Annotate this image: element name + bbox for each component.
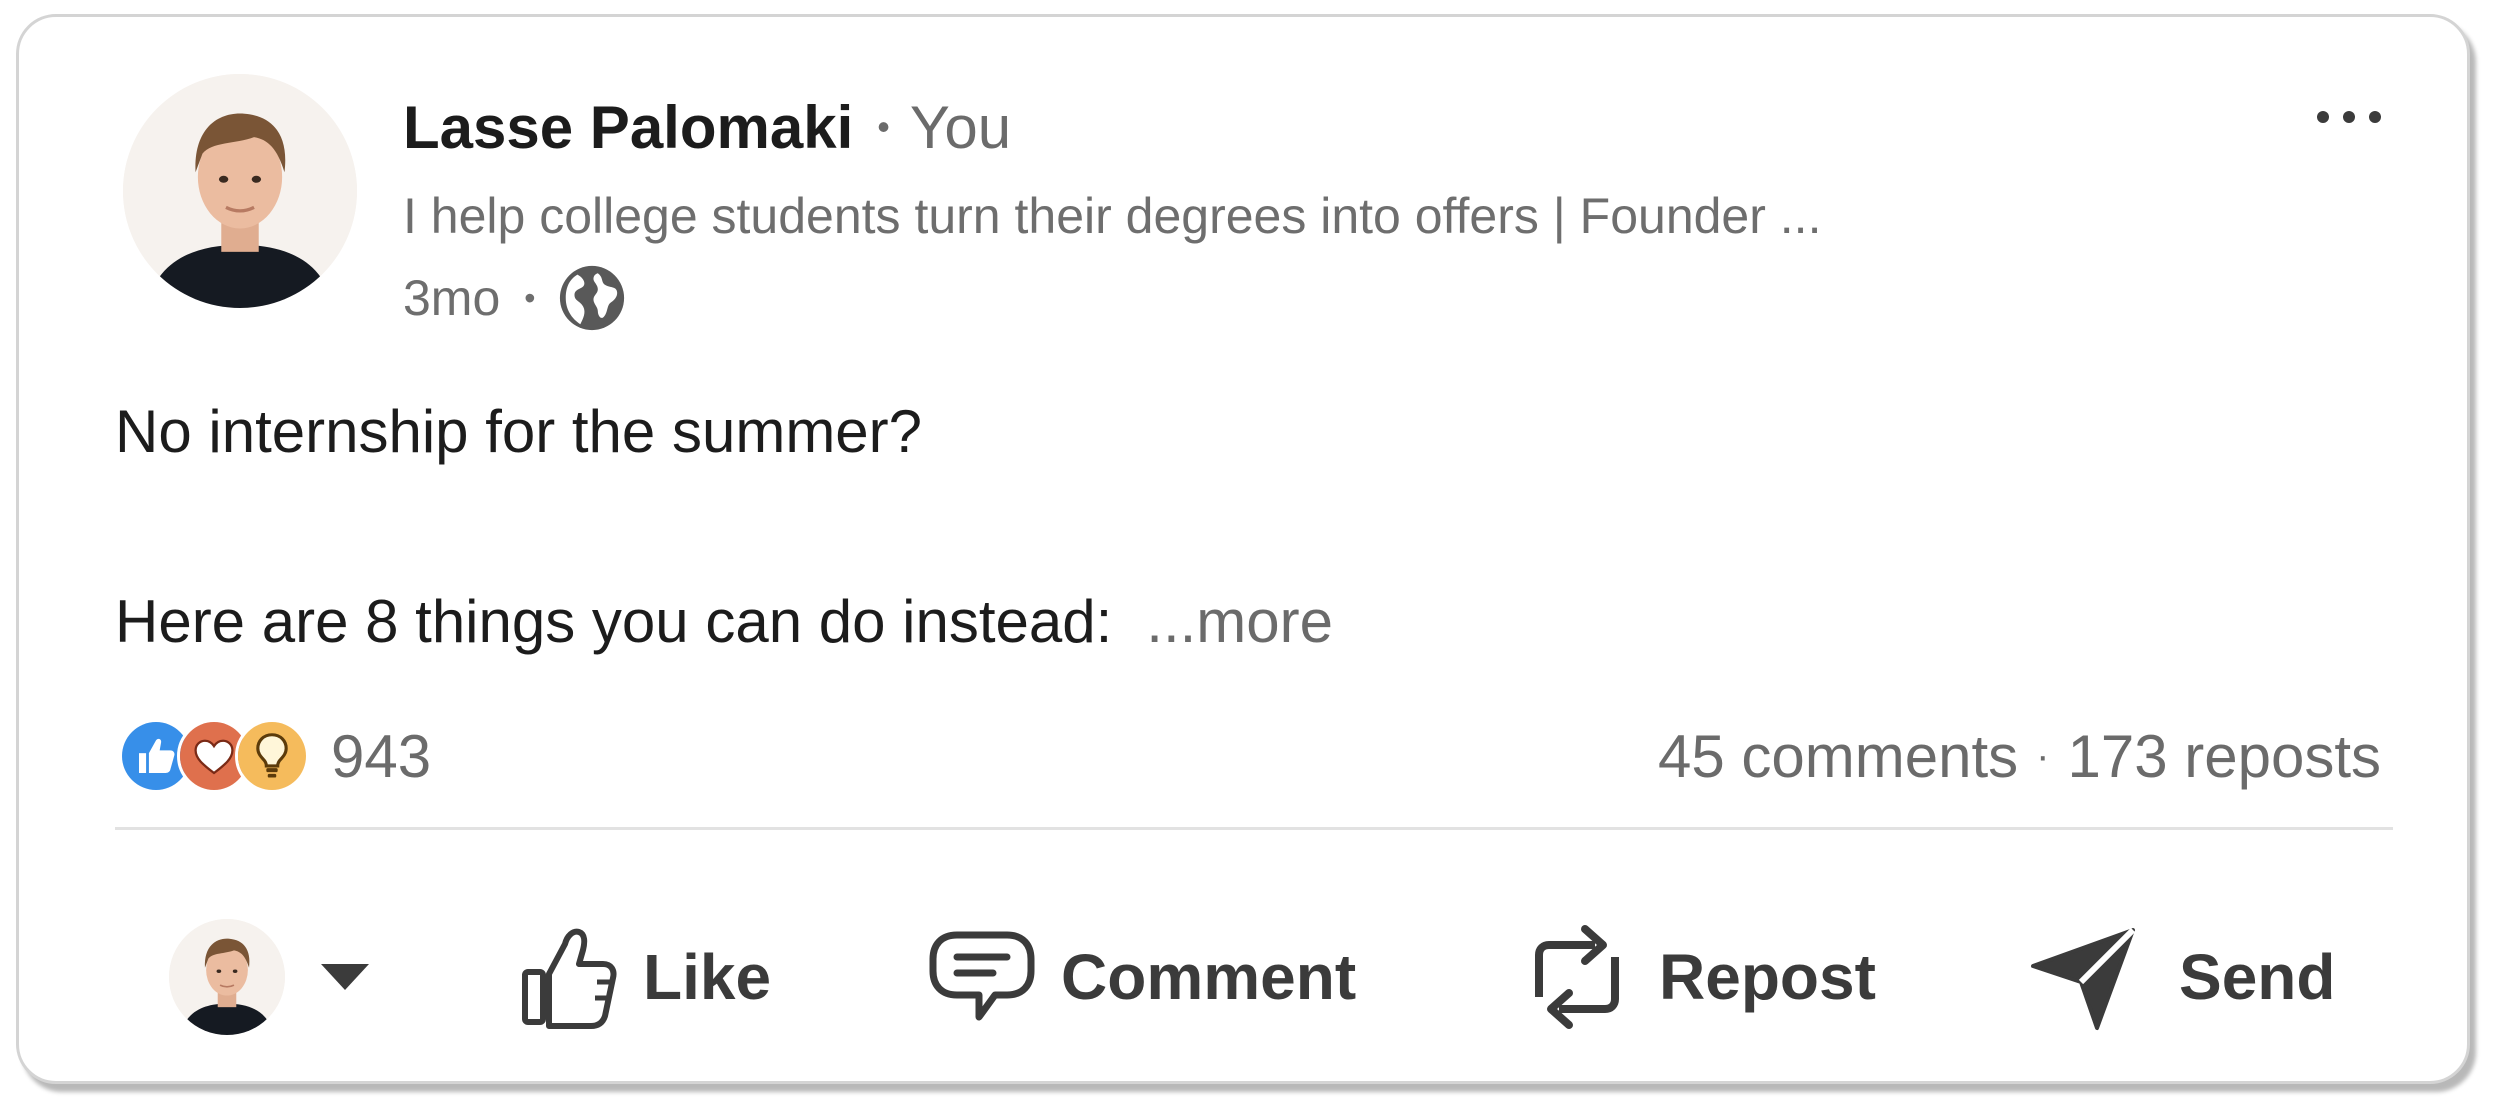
repost-icon — [1529, 919, 1625, 1035]
action-bar: Like Comment Repost Send — [19, 907, 2467, 1047]
post-text-line-1: No internship for the summer? — [115, 398, 923, 465]
comment-label: Comment — [1061, 941, 1357, 1013]
post-meta: 3mo • — [403, 263, 627, 333]
comment-icon — [927, 929, 1037, 1025]
author-separator: • — [877, 106, 890, 147]
like-label: Like — [643, 941, 772, 1013]
user-avatar — [169, 919, 285, 1035]
post-card: Lasse Palomaki • You I help college stud… — [16, 14, 2470, 1084]
author-line: Lasse Palomaki • You — [403, 87, 1011, 167]
post-text-line-2-content: Here are 8 things you can do instead: — [115, 588, 1113, 655]
see-more-link[interactable]: ...more — [1146, 588, 1333, 655]
meta-separator: • — [524, 279, 536, 316]
stats-separator: · — [2036, 733, 2050, 778]
author-name[interactable]: Lasse Palomaki — [403, 93, 853, 162]
reposts-count[interactable]: 173 reposts — [2067, 722, 2381, 791]
divider — [115, 827, 2393, 830]
comments-count[interactable]: 45 comments — [1658, 722, 2018, 791]
reaction-identity-selector[interactable] — [169, 907, 371, 1047]
author-avatar[interactable] — [123, 74, 357, 308]
repost-button[interactable]: Repost — [1529, 907, 1876, 1047]
author-headline: I help college students turn their degre… — [403, 188, 1822, 244]
insightful-reaction-icon — [235, 719, 309, 793]
reaction-count: 943 — [331, 722, 432, 790]
engagement-stats: 45 comments · 173 reposts — [1658, 719, 2381, 793]
post-age: 3mo — [403, 270, 501, 326]
post-text-line-2: Here are 8 things you can do instead:...… — [115, 587, 1333, 656]
ellipsis-icon[interactable] — [2309, 97, 2389, 137]
relationship-label: You — [909, 93, 1012, 161]
like-button[interactable]: Like — [519, 907, 771, 1047]
comment-button[interactable]: Comment — [927, 907, 1356, 1047]
repost-label: Repost — [1659, 941, 1876, 1013]
send-label: Send — [2179, 941, 2336, 1013]
reactions-summary[interactable]: 943 — [119, 719, 431, 793]
send-icon — [2029, 922, 2139, 1032]
thumbs-up-icon — [519, 922, 619, 1032]
send-button[interactable]: Send — [2029, 907, 2335, 1047]
globe-icon — [557, 263, 627, 333]
caret-down-icon — [321, 964, 369, 990]
